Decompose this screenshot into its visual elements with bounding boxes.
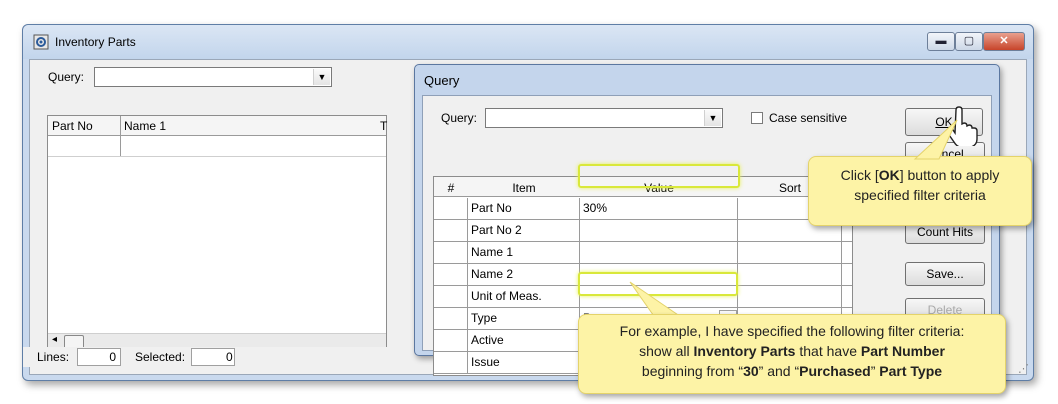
example-callout-line3: beginning from “30” and “Purchased” Part…: [641, 363, 943, 379]
title-bar[interactable]: Inventory Parts ▬ ▢ ✕: [23, 25, 1033, 59]
filter-row-number: [434, 220, 468, 241]
lines-label: Lines:: [37, 350, 70, 364]
column-header-item: Item: [512, 181, 536, 195]
example-callout-line1: For example, I have specified the follow…: [619, 323, 965, 339]
query-label: Query:: [48, 70, 85, 84]
filter-row-item: Active: [468, 330, 580, 351]
filter-row-number: [434, 198, 468, 219]
example-callout-line2: show all Inventory Parts that have Part …: [639, 343, 945, 359]
filter-row-number: [434, 352, 468, 373]
column-divider: [120, 116, 121, 156]
filter-row-value[interactable]: 30%: [580, 198, 738, 219]
filter-row-item: Unit of Meas.: [468, 286, 580, 307]
filter-row-number: [434, 264, 468, 285]
filter-row-sort: [738, 242, 842, 263]
query-combobox[interactable]: ▼: [94, 67, 332, 87]
filter-row-item: Part No 2: [468, 220, 580, 241]
filter-row-number: [434, 330, 468, 351]
resize-grip-icon[interactable]: ⋰: [1018, 362, 1029, 375]
part-no-value-highlight: [578, 164, 740, 188]
filter-row-item: Name 2: [468, 264, 580, 285]
filter-row-number: [434, 286, 468, 307]
column-header-name-1[interactable]: Name 1: [124, 119, 166, 133]
column-header-part-no[interactable]: Part No: [52, 119, 93, 133]
case-sensitive-label: Case sensitive: [769, 111, 848, 125]
filter-row-number: [434, 308, 468, 329]
filter-row-number: [434, 242, 468, 263]
ok-callout-pointer: [913, 119, 958, 160]
column-header-number: #: [447, 181, 455, 195]
filter-row-item: Name 1: [468, 242, 580, 263]
filter-row-item: Type: [468, 308, 580, 329]
dialog-query-label: Query:: [441, 111, 478, 125]
filter-row-sort: [738, 286, 842, 307]
lines-count: 0: [77, 348, 121, 366]
dialog-title: Query: [424, 73, 460, 88]
minimize-button[interactable]: ▬: [927, 32, 955, 51]
filter-row-value[interactable]: [580, 220, 738, 241]
grid-header: Part No Name 1 T: [48, 116, 387, 136]
filter-row[interactable]: Name 1: [434, 242, 852, 264]
ok-callout-line1: Click [OK] button to apply: [840, 167, 1000, 183]
filter-row-value[interactable]: [580, 242, 738, 263]
close-button[interactable]: ✕: [983, 32, 1025, 51]
ok-callout-line2: specified filter criteria: [854, 187, 986, 203]
selected-label: Selected:: [135, 350, 186, 364]
selected-count: 0: [191, 348, 235, 366]
filter-row-sort: [738, 264, 842, 285]
dialog-query-combobox[interactable]: ▼: [485, 108, 723, 128]
chevron-down-icon[interactable]: ▼: [704, 110, 721, 126]
filter-row-item: Part No: [468, 198, 580, 219]
save-button[interactable]: Save...: [905, 262, 985, 286]
filter-row[interactable]: Part No 30%: [434, 198, 852, 220]
column-header-type[interactable]: T: [380, 119, 387, 133]
case-sensitive-checkbox[interactable]: [751, 112, 763, 124]
maximize-button[interactable]: ▢: [955, 32, 983, 51]
filter-row-item: Issue: [468, 352, 580, 373]
window-title: Inventory Parts: [55, 35, 136, 49]
scroll-left-icon[interactable]: ◂: [52, 334, 57, 345]
filter-row[interactable]: Part No 2: [434, 220, 852, 242]
chevron-down-icon[interactable]: ▼: [313, 69, 330, 85]
app-icon: [33, 34, 49, 50]
ok-callout: Click [OK] button to apply specified fil…: [808, 156, 1032, 226]
parts-grid[interactable]: Part No Name 1 T ◂: [47, 115, 387, 350]
example-callout: For example, I have specified the follow…: [578, 314, 1006, 394]
grid-row-line: [48, 156, 386, 157]
